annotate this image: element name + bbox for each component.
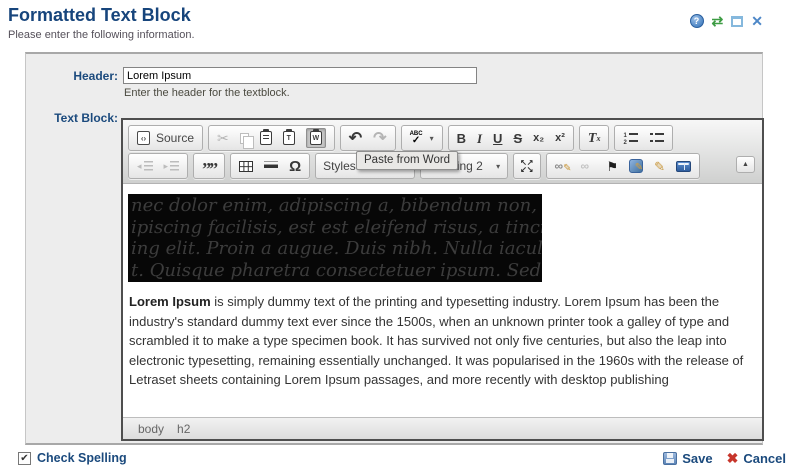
book-icon[interactable] <box>676 161 691 172</box>
image-text-line: nec dolor enim, adipiscing a, bibendum n… <box>131 195 542 217</box>
cancel-button[interactable]: ✖ Cancel <box>727 451 786 466</box>
remove-format-icon: Tx <box>588 132 601 145</box>
element-path-h2[interactable]: h2 <box>177 422 190 436</box>
image-text-line: ipiscing facilisis, est est eleifend ris… <box>131 217 542 239</box>
source-button[interactable]: ‹› Source <box>128 125 203 151</box>
chevron-down-icon: ▾ <box>496 162 500 171</box>
collapse-icon: ▲ <box>742 161 749 168</box>
save-button[interactable]: Save <box>663 451 712 466</box>
link-icon[interactable]: ∞ ✎ <box>555 160 570 173</box>
superscript-button[interactable]: x² <box>555 132 565 145</box>
chevron-down-icon: ▾ <box>430 134 434 143</box>
element-path-bar: body h2 <box>123 417 762 439</box>
numbered-list-icon[interactable] <box>623 132 638 144</box>
table-icon[interactable] <box>239 161 253 172</box>
header-hint: Enter the header for the textblock. <box>124 87 290 99</box>
link-group: ∞ ✎ ∞ ⚑ ✎ ✎ <box>546 153 701 179</box>
refresh-icon[interactable]: ⇄ <box>712 14 724 28</box>
insert-group: Ω <box>230 153 310 179</box>
strikethrough-button[interactable]: S <box>513 132 522 145</box>
special-character-icon[interactable]: Ω <box>289 160 301 173</box>
image-text-line: t. Quisque pharetra consectetuer ipsum. … <box>131 260 542 282</box>
textblock-label: Text Block: <box>26 111 118 125</box>
source-label: Source <box>156 131 194 145</box>
edit-block-icon[interactable]: ✎ <box>629 159 643 173</box>
paragraph-lead: Lorem Ipsum <box>129 294 211 309</box>
unlink-icon[interactable]: ∞ <box>581 160 596 173</box>
tooltip: Paste from Word <box>356 151 458 170</box>
pencil-icon[interactable]: ✎ <box>654 160 665 173</box>
form-panel: Header: Enter the header for the textblo… <box>25 52 763 445</box>
horizontal-rule-icon[interactable] <box>264 161 278 171</box>
rich-text-editor: ‹› Source ✂ T W ↶ ↷ <box>121 118 764 441</box>
toolbar-row-1: ‹› Source ✂ T W ↶ ↷ <box>128 125 757 151</box>
spellcheck-button[interactable]: ABC ✓ ▾ <box>401 125 443 151</box>
underline-button[interactable]: U <box>493 132 502 145</box>
anchor-flag-icon[interactable]: ⚑ <box>607 160 619 173</box>
check-spelling-row: ✔ Check Spelling <box>18 451 127 465</box>
italic-button[interactable]: I <box>477 132 482 145</box>
blockquote-icon: ”” <box>202 164 216 174</box>
remove-format-button[interactable]: Tx <box>579 125 610 151</box>
cancel-label: Cancel <box>743 451 786 466</box>
maximize-window-icon[interactable] <box>731 16 743 27</box>
dialog: Formatted Text Block Please enter the fo… <box>0 0 793 472</box>
source-icon: ‹› <box>137 131 150 145</box>
outdent-icon[interactable]: ◂ <box>137 160 153 173</box>
spellcheck-icon: ABC ✓ <box>410 131 423 144</box>
editor-toolbar: ‹› Source ✂ T W ↶ ↷ <box>123 120 762 184</box>
window-controls: ? ⇄ ✕ <box>690 14 763 28</box>
action-buttons: Save ✖ Cancel <box>663 451 786 466</box>
list-group <box>614 125 673 151</box>
header-input[interactable] <box>123 67 477 84</box>
undo-redo-group: ↶ ↷ <box>340 125 396 151</box>
maximize-icon: ↖↗ ↙↘ <box>520 159 533 173</box>
lorem-paragraph: Lorem Ipsum is simply dummy text of the … <box>129 292 754 390</box>
paste-icon[interactable] <box>260 131 272 145</box>
subscript-button[interactable]: x₂ <box>533 132 544 145</box>
paste-from-word-icon[interactable]: W <box>306 128 326 148</box>
help-icon[interactable]: ? <box>690 14 704 28</box>
selected-image-block[interactable]: nec dolor enim, adipiscing a, bibendum n… <box>128 194 542 282</box>
bold-button[interactable]: B <box>457 132 466 145</box>
bullet-list-icon[interactable] <box>649 132 664 144</box>
close-icon[interactable]: ✕ <box>751 14 763 28</box>
styles-dropdown-value: Styles <box>323 159 356 173</box>
blockquote-button[interactable]: ”” <box>193 153 225 179</box>
save-icon <box>663 452 677 465</box>
header-label: Header: <box>26 69 118 83</box>
undo-icon[interactable]: ↶ <box>349 132 362 145</box>
element-path-body[interactable]: body <box>138 422 164 436</box>
paragraph-rest: is simply dummy text of the printing and… <box>129 294 743 387</box>
maximize-editor-button[interactable]: ↖↗ ↙↘ <box>513 153 540 179</box>
basic-styles-group: B I U S x₂ x² <box>448 125 574 151</box>
clipboard-group: ✂ T W <box>208 125 335 151</box>
save-label: Save <box>682 451 712 466</box>
cut-icon[interactable]: ✂ <box>217 132 229 145</box>
redo-icon[interactable]: ↷ <box>373 132 386 145</box>
checkmark-icon: ✔ <box>20 453 28 464</box>
indent-group: ◂ ▸ <box>128 153 188 179</box>
image-text-line: ing elit. Proin a augue. Duis nibh. Null… <box>131 238 542 260</box>
page-subtitle: Please enter the following information. <box>8 29 195 41</box>
paste-as-text-icon[interactable]: T <box>283 131 295 145</box>
editor-content[interactable]: nec dolor enim, adipiscing a, bibendum n… <box>123 184 762 417</box>
copy-icon[interactable] <box>240 133 249 144</box>
cancel-x-icon: ✖ <box>727 452 739 465</box>
collapse-toolbar-button[interactable]: ▲ <box>736 156 755 173</box>
indent-icon[interactable]: ▸ <box>164 160 180 173</box>
page-title: Formatted Text Block <box>8 5 191 26</box>
check-spelling-label: Check Spelling <box>37 451 127 465</box>
check-spelling-checkbox[interactable]: ✔ <box>18 452 31 465</box>
